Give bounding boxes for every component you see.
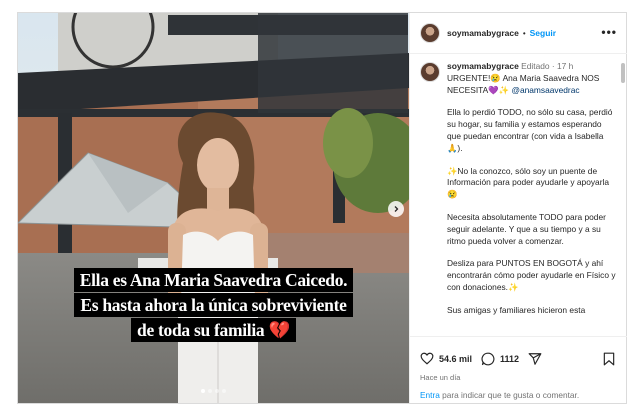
save-button[interactable] bbox=[603, 352, 615, 366]
carousel-dot bbox=[201, 389, 205, 393]
likes-count: 54.6 mil bbox=[439, 353, 473, 364]
comment-button[interactable]: 1112 bbox=[481, 352, 519, 366]
login-prompt: Entra para indicar que te gusta o coment… bbox=[420, 390, 579, 400]
instagram-post: Ella es Ana Maria Saavedra Caicedo. Es h… bbox=[17, 12, 627, 404]
bookmark-icon bbox=[603, 352, 615, 366]
post-actions: 54.6 mil 1112 Hace un día Entra para ind… bbox=[410, 336, 627, 403]
avatar[interactable] bbox=[420, 23, 440, 43]
heart-icon bbox=[420, 352, 434, 365]
overlay-line-2: Es hasta ahora la única sobreviviente bbox=[18, 293, 409, 317]
caption-avatar[interactable] bbox=[420, 62, 440, 82]
caption-text: soymamabygrace Editado · 17 h URGENTE!😢 … bbox=[447, 61, 617, 328]
post-photo bbox=[18, 13, 409, 403]
carousel-dot bbox=[215, 389, 219, 393]
scroll-thumb[interactable] bbox=[621, 63, 625, 83]
login-link[interactable]: Entra bbox=[420, 390, 440, 400]
share-button[interactable] bbox=[528, 352, 542, 366]
chevron-right-icon bbox=[394, 206, 399, 212]
follow-button[interactable]: Seguir bbox=[530, 28, 556, 38]
carousel-dot bbox=[222, 389, 226, 393]
post-side-panel: soymamabygrace • Seguir ••• soymamabygra… bbox=[409, 13, 627, 403]
post-time-ago: Hace un día bbox=[420, 373, 461, 382]
caption-paragraph: Desliza para PUNTOS EN BOGOTÁ y ahí enco… bbox=[447, 258, 616, 292]
caption-paragraph: ✨No la conozco, sólo soy un puente de In… bbox=[447, 165, 610, 200]
time-separator: · bbox=[551, 61, 555, 71]
carousel-dots bbox=[18, 389, 409, 393]
caption-header: soymamabygrace Editado · 17 h bbox=[447, 61, 617, 73]
more-icon[interactable]: ••• bbox=[601, 25, 617, 39]
edited-label: Editado bbox=[521, 61, 550, 71]
overlay-line-1: Ella es Ana Maria Saavedra Caicedo. bbox=[18, 268, 409, 292]
caption-paragraph: Necesita absolutamente TODO para poder s… bbox=[447, 211, 606, 246]
share-icon bbox=[528, 353, 542, 365]
caption-line-1: URGENTE!😢 Ana Maria Saavedra NOS NECESIT… bbox=[447, 73, 617, 97]
comments-count: 1112 bbox=[500, 354, 520, 364]
carousel-dot bbox=[208, 389, 212, 393]
overlay-line-3: de toda su familia 💔 bbox=[18, 318, 409, 342]
separator-dot: • bbox=[522, 28, 526, 38]
author-username[interactable]: soymamabygrace bbox=[447, 28, 519, 38]
like-button[interactable]: 54.6 mil bbox=[420, 352, 472, 365]
next-button[interactable] bbox=[388, 201, 404, 217]
post-media[interactable]: Ella es Ana Maria Saavedra Caicedo. Es h… bbox=[18, 13, 409, 403]
post-header: soymamabygrace • Seguir ••• bbox=[410, 13, 627, 54]
mention-link[interactable]: @anamsaavedrac bbox=[511, 85, 579, 95]
caption-paragraph: Sus amigas y familiares hicieron esta bbox=[447, 304, 586, 315]
caption-author[interactable]: soymamabygrace bbox=[447, 61, 519, 71]
comment-icon bbox=[481, 352, 495, 366]
caption-scrollbar[interactable] bbox=[620, 57, 626, 333]
caption-time: 17 h bbox=[557, 61, 574, 71]
caption-area: soymamabygrace Editado · 17 h URGENTE!😢 … bbox=[410, 54, 620, 334]
caption-paragraph: Ella lo perdió TODO, no sólo su casa, pe… bbox=[447, 107, 613, 153]
login-text: para indicar que te gusta o comentar. bbox=[439, 390, 580, 400]
